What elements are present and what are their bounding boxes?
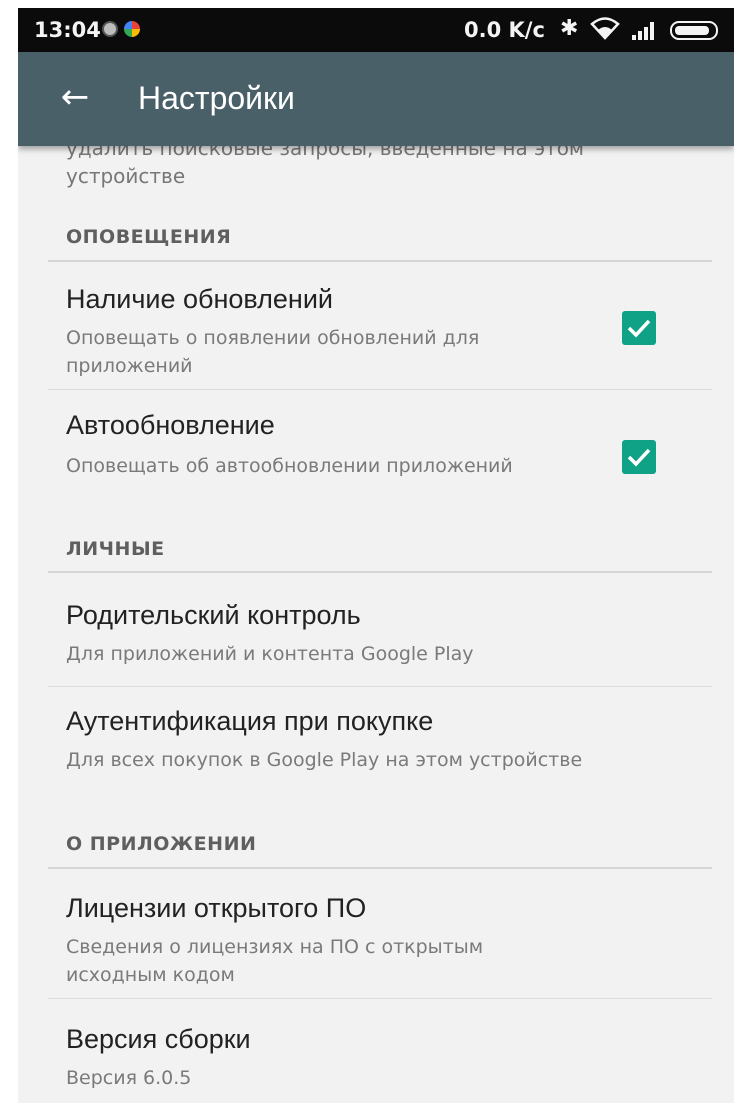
google-notification-icon: [124, 21, 140, 37]
section-divider: [48, 571, 712, 573]
item-divider: [48, 998, 712, 999]
setting-subtitle: Сведения о лицензиях на ПО с открытым ис…: [66, 936, 484, 986]
bluetooth-icon: ✱: [560, 16, 579, 41]
section-header-about: О ПРИЛОЖЕНИИ: [66, 833, 257, 855]
status-time: 13:04: [34, 18, 101, 42]
setting-subtitle: Оповещать об автообновлении приложений: [66, 455, 513, 477]
setting-subtitle: Оповещать о появлении обновлений для при…: [66, 327, 480, 377]
battery-icon: [670, 21, 718, 40]
setting-subtitle: Версия 6.0.5: [66, 1067, 192, 1089]
setting-title: Наличие обновлений: [66, 284, 333, 314]
wifi-icon: [590, 16, 620, 46]
phone-screen: 13:04 0.0 K/c ✱ ← Настройки удалить поис…: [18, 8, 734, 1103]
notification-icon: [102, 21, 118, 37]
setting-subtitle: Для всех покупок в Google Play на этом у…: [66, 749, 583, 771]
signal-icon: [632, 22, 660, 40]
setting-subtitle: Для приложений и контента Google Play: [66, 643, 474, 665]
item-divider: [48, 389, 712, 390]
section-divider: [48, 867, 712, 869]
setting-title: Лицензии открытого ПО: [66, 893, 367, 923]
page-title: Настройки: [138, 80, 295, 116]
setting-title: Автообновление: [66, 410, 275, 440]
app-toolbar: ← Настройки: [18, 52, 734, 146]
network-speed: 0.0 K/c: [464, 18, 545, 42]
section-header-notifications: ОПОВЕЩЕНИЯ: [66, 226, 232, 248]
status-bar: 13:04 0.0 K/c ✱: [18, 8, 734, 52]
setting-title: Аутентификация при покупке: [66, 706, 434, 736]
auto-update-checkbox[interactable]: [622, 440, 656, 474]
section-divider: [48, 260, 712, 262]
update-checkbox[interactable]: [622, 311, 656, 345]
back-arrow-icon[interactable]: ←: [50, 72, 100, 122]
section-header-personal: ЛИЧНЫЕ: [66, 538, 165, 560]
setting-title: Версия сборки: [66, 1024, 251, 1054]
setting-title: Родительский контроль: [66, 600, 361, 630]
item-divider: [48, 686, 712, 687]
